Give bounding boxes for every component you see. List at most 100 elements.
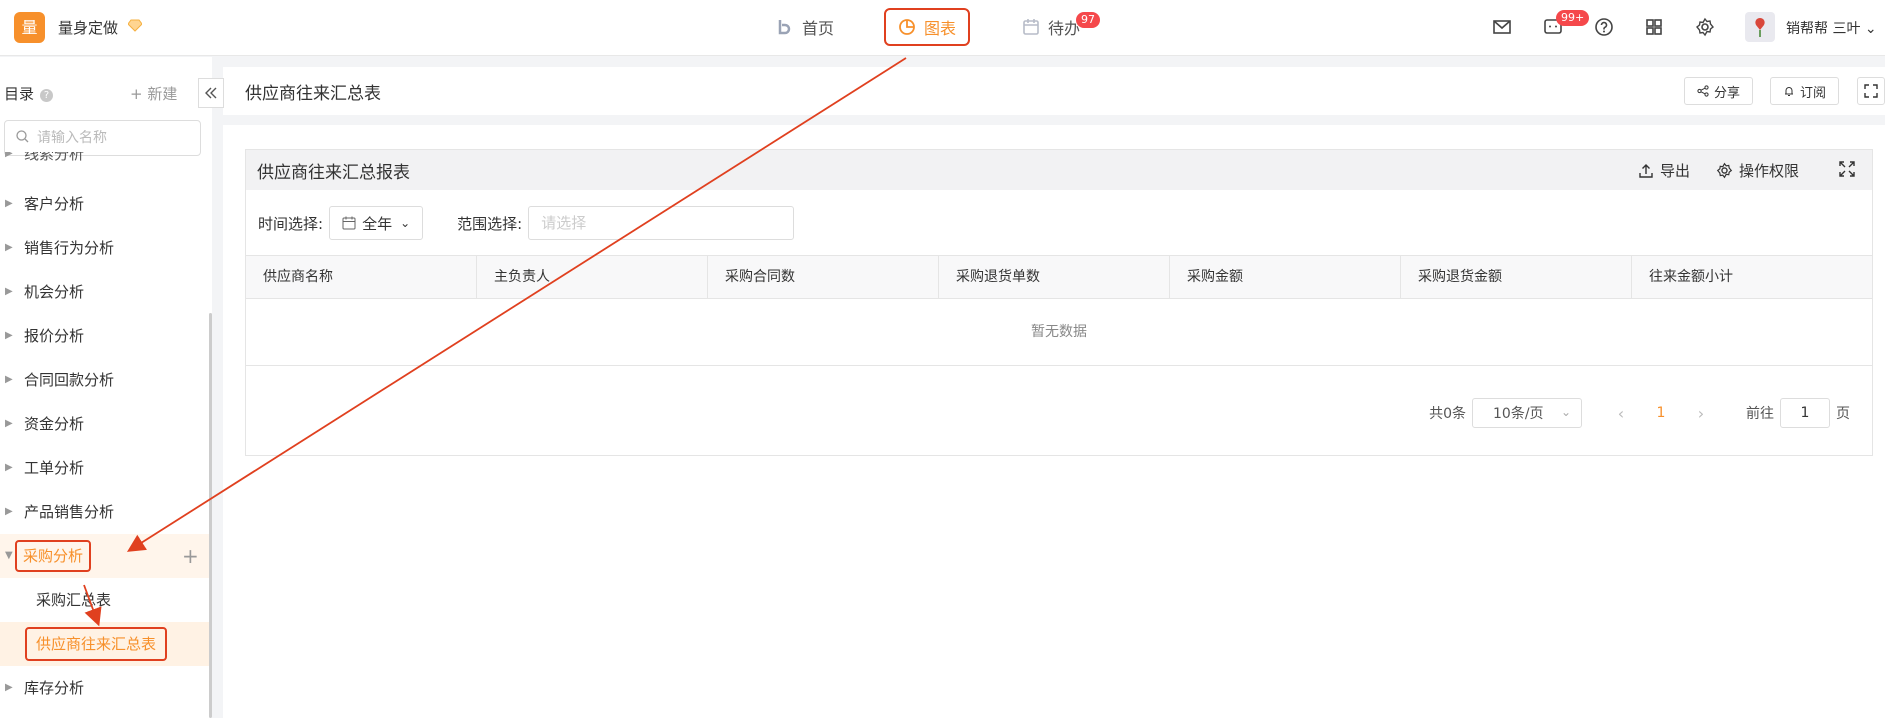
time-filter-value: 全年	[362, 214, 393, 233]
user-name: 销帮帮 三叶	[1786, 21, 1861, 37]
caret-right-icon: ▶	[5, 462, 13, 473]
settings-icon[interactable]	[1692, 14, 1718, 40]
sidebar-item-label: 工单分析	[24, 459, 85, 477]
chevron-down-icon: ⌄	[1560, 405, 1571, 419]
caret-right-icon: ▶	[5, 330, 13, 341]
range-filter-input[interactable]	[528, 206, 795, 240]
export-icon	[1638, 163, 1654, 179]
column-header[interactable]: 采购退货金额	[1401, 256, 1632, 298]
sidebar-item-quotes[interactable]: ▶ 报价分析	[0, 314, 209, 358]
empty-state: 暂无数据	[246, 299, 1872, 366]
range-filter-label: 范围选择:	[457, 214, 523, 233]
current-page[interactable]: 1	[1646, 405, 1676, 421]
next-page-icon[interactable]: ›	[1686, 404, 1716, 423]
sidebar-scrollbar[interactable]	[209, 313, 212, 718]
sidebar: 目录? + 新建 ▶ 线索分析 ▶ 客户分析 ▶ 销售行为分析 ▶ 机会分析 ▶ 报价分析…	[0, 57, 212, 718]
export-label: 导出	[1660, 162, 1691, 180]
avatar[interactable]	[1745, 12, 1775, 42]
calendar-icon	[1022, 18, 1040, 36]
column-header[interactable]: 采购退货单数	[939, 256, 1170, 298]
caret-right-icon: ▶	[5, 682, 13, 693]
app-logo[interactable]: 量	[14, 12, 45, 43]
bell-icon	[1783, 85, 1795, 97]
sidebar-item-label: 合同回款分析	[24, 371, 115, 389]
caret-right-icon: ▶	[5, 152, 13, 159]
time-filter-select[interactable]: 全年 ⌄	[329, 206, 424, 240]
column-header[interactable]: 主负责人	[477, 256, 708, 298]
caret-right-icon: ▶	[5, 418, 13, 429]
chevron-down-icon: ⌄	[1864, 21, 1877, 37]
fullscreen-icon[interactable]	[1857, 77, 1885, 105]
sidebar-item-label: 库存分析	[24, 679, 85, 697]
page-size-value: 10条/页	[1493, 406, 1544, 422]
sidebar-subitem-supplier-summary[interactable]: 供应商往来汇总表	[0, 622, 209, 666]
caret-right-icon: ▶	[5, 506, 13, 517]
column-header[interactable]: 往来金额小计	[1632, 256, 1872, 298]
app-name: 量身定做	[58, 19, 119, 37]
nav-chart[interactable]: 图表	[884, 8, 970, 46]
goto-page-input[interactable]	[1780, 398, 1830, 428]
top-header: 量 量身定做 首页 图表 待办 97 99+ 销帮帮 三叶 ⌄	[0, 0, 1885, 56]
add-report-icon[interactable]: +	[182, 534, 199, 578]
subscribe-button[interactable]: 订阅	[1770, 77, 1840, 105]
catalog-help-icon[interactable]: ?	[40, 89, 54, 102]
new-catalog-button[interactable]: + 新建	[130, 83, 177, 104]
sidebar-item-label: 采购分析	[15, 540, 92, 572]
sidebar-item-funds[interactable]: ▶ 资金分析	[0, 402, 209, 446]
caret-right-icon: ▶	[5, 198, 13, 209]
page-header: 供应商往来汇总表 分享 订阅	[223, 67, 1885, 115]
nav-home[interactable]: 首页	[776, 8, 834, 46]
report-expand-icon[interactable]	[1838, 160, 1856, 178]
sidebar-item-label: 销售行为分析	[24, 239, 115, 257]
sidebar-item-work-orders[interactable]: ▶ 工单分析	[0, 446, 209, 490]
prev-page-icon[interactable]: ‹	[1606, 404, 1636, 423]
sidebar-item-sales-behavior[interactable]: ▶ 销售行为分析	[0, 226, 209, 270]
sidebar-item-leads[interactable]: ▶ 线索分析	[0, 152, 209, 182]
caret-right-icon: ▶	[5, 242, 13, 253]
column-header[interactable]: 采购金额	[1170, 256, 1401, 298]
page-title: 供应商往来汇总表	[245, 84, 381, 104]
filter-row: 时间选择: 全年 ⌄ 范围选择:	[258, 206, 795, 240]
sidebar-item-purchasing[interactable]: ▼ 采购分析 +	[0, 534, 209, 578]
collapse-sidebar-button[interactable]	[198, 78, 224, 108]
pagination: 共0条 10条/页 ⌄ ‹ 1 › 前往 页	[1429, 398, 1850, 428]
help-icon[interactable]	[1591, 14, 1617, 40]
sidebar-item-customers[interactable]: ▶ 客户分析	[0, 182, 209, 226]
page-size-select[interactable]: 10条/页 ⌄	[1472, 398, 1582, 428]
home-icon	[776, 18, 794, 36]
vip-diamond-icon	[128, 19, 142, 32]
chevron-down-icon: ⌄	[400, 216, 411, 230]
sidebar-item-label: 资金分析	[24, 415, 85, 433]
nav-chart-label: 图表	[923, 19, 956, 38]
share-button[interactable]: 分享	[1684, 77, 1754, 105]
sidebar-item-contracts[interactable]: ▶ 合同回款分析	[0, 358, 209, 402]
sidebar-subitem-purchase-summary[interactable]: 采购汇总表	[0, 578, 209, 622]
sidebar-item-label: 机会分析	[24, 283, 85, 301]
column-header[interactable]: 供应商名称	[246, 256, 477, 298]
sidebar-search[interactable]	[4, 120, 201, 156]
share-label: 分享	[1714, 85, 1741, 101]
report-header: 供应商往来汇总报表 导出 操作权限	[246, 150, 1872, 190]
sidebar-subitem-label: 采购汇总表	[36, 591, 112, 609]
sidebar-item-inventory[interactable]: ▶ 库存分析	[0, 666, 209, 710]
sidebar-item-opportunities[interactable]: ▶ 机会分析	[0, 270, 209, 314]
apps-grid-icon[interactable]	[1641, 14, 1667, 40]
user-menu[interactable]: 销帮帮 三叶 ⌄	[1786, 18, 1877, 38]
sidebar-item-label: 报价分析	[24, 327, 85, 345]
caret-right-icon: ▶	[5, 374, 13, 385]
mail-icon[interactable]	[1489, 14, 1515, 40]
export-button[interactable]: 导出	[1638, 160, 1690, 181]
sidebar-item-label: 客户分析	[24, 195, 85, 213]
search-icon	[16, 129, 29, 147]
column-header[interactable]: 采购合同数	[708, 256, 939, 298]
nav-todo[interactable]: 待办	[1022, 8, 1080, 46]
sidebar-item-label: 线索分析	[24, 152, 85, 163]
permission-button[interactable]: 操作权限	[1716, 160, 1799, 181]
sidebar-search-input[interactable]	[37, 130, 187, 146]
caret-down-icon: ▼	[5, 550, 13, 561]
caret-right-icon: ▶	[5, 286, 13, 297]
gear-icon	[1716, 162, 1733, 179]
sidebar-item-product-sales[interactable]: ▶ 产品销售分析	[0, 490, 209, 534]
catalog-title: 目录?	[4, 83, 54, 104]
permission-label: 操作权限	[1739, 162, 1800, 180]
